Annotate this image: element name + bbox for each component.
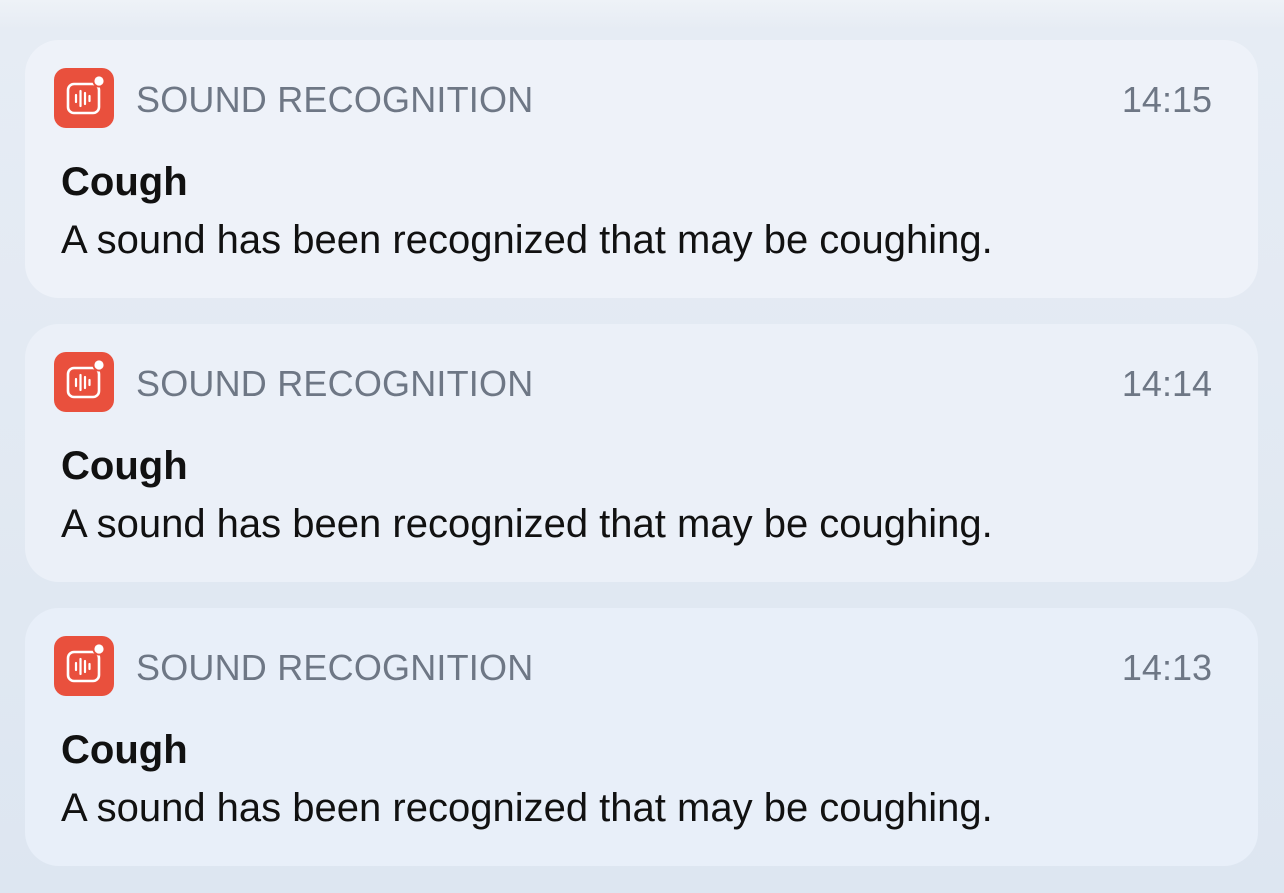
notification-body: A sound has been recognized that may be … (61, 502, 993, 546)
notification-title: Cough (61, 160, 188, 204)
notification-body: A sound has been recognized that may be … (61, 218, 993, 262)
notification-card[interactable]: SOUND RECOGNITION 14:15 Cough A sound ha… (25, 40, 1258, 298)
notification-card[interactable]: SOUND RECOGNITION 14:14 Cough A sound ha… (25, 324, 1258, 582)
sound-recognition-icon (54, 68, 114, 128)
notification-card[interactable]: SOUND RECOGNITION 14:13 Cough A sound ha… (25, 608, 1258, 866)
app-name: SOUND RECOGNITION (136, 79, 534, 120)
notification-body: A sound has been recognized that may be … (61, 786, 993, 830)
app-name: SOUND RECOGNITION (136, 363, 534, 404)
background-strip (0, 0, 1284, 30)
sound-recognition-icon (54, 636, 114, 696)
notification-time: 14:14 (1121, 363, 1212, 404)
notification-title: Cough (61, 728, 188, 772)
notification-time: 14:15 (1121, 79, 1212, 120)
notification-title: Cough (61, 444, 188, 488)
notification-time: 14:13 (1121, 647, 1212, 688)
sound-recognition-icon (54, 352, 114, 412)
app-name: SOUND RECOGNITION (136, 647, 534, 688)
